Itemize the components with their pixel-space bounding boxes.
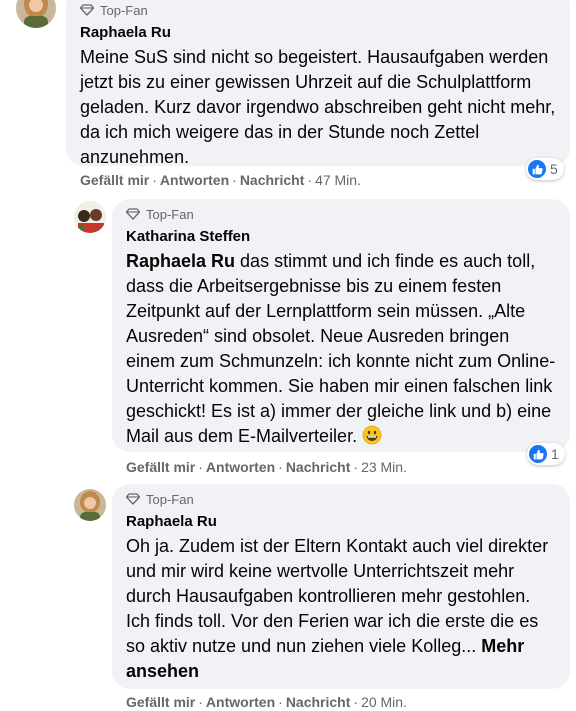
top-fan-badge: Top-Fan <box>126 205 556 223</box>
comment-author[interactable]: Raphaela Ru <box>126 512 556 532</box>
message-button[interactable]: Nachricht <box>286 459 351 475</box>
smiling-face-emoji-icon <box>362 425 382 445</box>
like-icon <box>529 445 547 463</box>
comment-text: Raphaela Ru das stimmt und ich finde es … <box>126 249 556 449</box>
like-button[interactable]: Gefällt mir <box>80 172 149 188</box>
top-fan-badge: Top-Fan <box>126 490 556 508</box>
reply-button[interactable]: Antworten <box>206 459 275 475</box>
comment-bubble: Top-Fan Katharina Steffen Raphaela Ru da… <box>112 199 570 452</box>
reply-button[interactable]: Antworten <box>160 172 229 188</box>
diamond-icon <box>126 493 140 505</box>
message-button[interactable]: Nachricht <box>286 694 351 710</box>
like-button[interactable]: Gefällt mir <box>126 694 195 710</box>
comment-author[interactable]: Raphaela Ru <box>80 23 556 43</box>
reaction-summary[interactable]: 5 <box>526 158 564 180</box>
avatar[interactable] <box>74 489 106 521</box>
reaction-count: 1 <box>551 446 559 462</box>
comment-author[interactable]: Katharina Steffen <box>126 227 556 247</box>
mention-link[interactable]: Raphaela Ru <box>126 251 235 271</box>
badge-label: Top-Fan <box>146 491 194 507</box>
timestamp[interactable]: 23 Min. <box>361 459 407 475</box>
comment-text: Meine SuS sind nicht so begeistert. Haus… <box>80 47 556 167</box>
comment-actions: Gefällt mir · Antworten · Nachricht · 47 Min. <box>80 172 361 188</box>
reply-button[interactable]: Antworten <box>206 694 275 710</box>
avatar[interactable] <box>16 0 56 28</box>
like-icon <box>528 160 546 178</box>
comment-actions: Gefällt mir · Antworten · Nachricht · 23 Min. <box>126 459 407 475</box>
comment-bubble: Top-Fan Raphaela Ru Meine SuS sind nicht… <box>66 0 570 167</box>
comment-text: Oh ja. Zudem ist der Eltern Kontakt auch… <box>126 534 556 684</box>
reaction-count: 5 <box>550 161 558 177</box>
badge-label: Top-Fan <box>100 2 148 18</box>
comment-bubble: Top-Fan Raphaela Ru Oh ja. Zudem ist der… <box>112 484 570 689</box>
top-fan-badge: Top-Fan <box>80 1 556 19</box>
diamond-icon <box>80 4 94 16</box>
reaction-summary[interactable]: 1 <box>527 443 565 465</box>
comment-actions: Gefällt mir · Antworten · Nachricht · 20 Min. <box>126 694 407 710</box>
avatar[interactable] <box>74 201 106 233</box>
timestamp[interactable]: 20 Min. <box>361 694 407 710</box>
timestamp[interactable]: 47 Min. <box>315 172 361 188</box>
comment-body: das stimmt und ich finde es auch toll, d… <box>126 251 556 446</box>
diamond-icon <box>126 208 140 220</box>
badge-label: Top-Fan <box>146 206 194 222</box>
message-button[interactable]: Nachricht <box>240 172 305 188</box>
like-button[interactable]: Gefällt mir <box>126 459 195 475</box>
